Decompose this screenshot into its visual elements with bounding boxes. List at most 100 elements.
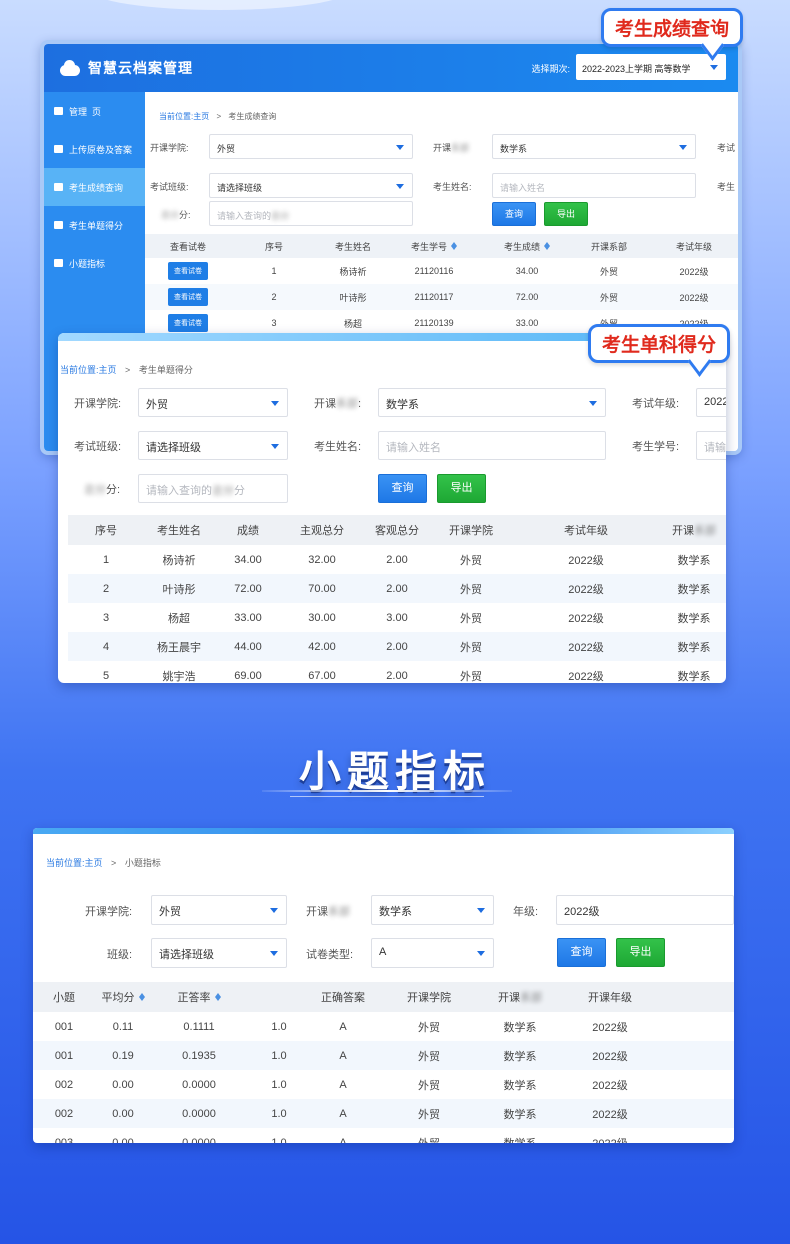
window-top-bar (33, 828, 734, 834)
cell-value: 1.0 (247, 1099, 311, 1128)
class-select[interactable]: 请选择班级 (151, 938, 287, 968)
score-input[interactable]: 请输入查询的总分分 (138, 474, 288, 503)
score-input[interactable]: 请输入查询的总分 (209, 201, 413, 226)
cell-dept: 外贸 (599, 266, 618, 277)
paper-type-select[interactable]: A (371, 938, 494, 968)
sort-icon[interactable] (214, 993, 221, 1001)
cell-objective: 2.00 (386, 553, 408, 566)
cell-value: 1.0 (271, 1078, 287, 1091)
college-label: 开课学院: (85, 906, 133, 918)
score-label: 总分分: (84, 484, 121, 496)
semester-select[interactable]: 2022-2023上学期 高等数学 (576, 54, 726, 80)
name-input[interactable]: 请输入姓名 (492, 173, 696, 198)
export-button[interactable]: 导出 (437, 474, 486, 503)
dept-select[interactable]: 数学系 (492, 134, 696, 159)
table-row: 查看试卷 2 叶诗彤 21120117 72.00 外贸 2022级 (145, 284, 738, 310)
college-select[interactable]: 外贸 (209, 134, 413, 159)
cell-empty (663, 1099, 734, 1128)
sidebar-item-score-query[interactable]: 考生成绩查询 (44, 168, 145, 206)
view-paper-button[interactable]: 查看试卷 (168, 288, 208, 306)
sidebar-item-home[interactable]: 管理 页 (44, 92, 145, 130)
search-button[interactable]: 查询 (557, 938, 606, 967)
cell-dept: 数学系 (503, 1021, 537, 1034)
cell-dept: 数学系 (662, 632, 726, 661)
semester-value: 2022-2023上学期 高等数学 (582, 64, 691, 74)
view-paper-button[interactable]: 查看试卷 (168, 262, 208, 280)
cell-no: 5 (102, 669, 110, 682)
cell-answer: A (311, 1041, 375, 1070)
cell-correct-rate: 0.0000 (151, 1099, 247, 1128)
col-score: 成绩 (214, 515, 282, 545)
export-button[interactable]: 导出 (544, 202, 588, 226)
callout-single-subject: 考生单科得分 (588, 324, 731, 363)
cell-score: 34.00 (234, 553, 262, 566)
search-button[interactable]: 查询 (492, 202, 536, 226)
layers-icon (54, 221, 63, 229)
item-index-window: 当前位置:主页 > 小题指标 开课学院: 外贸 开课系部 数学系 年级: 202… (33, 828, 734, 1143)
class-select[interactable]: 请选择班级 (209, 173, 413, 198)
col-answer: 正确答案 (311, 982, 375, 1012)
grade-select[interactable]: 2022 (696, 388, 726, 417)
cell-college: 外贸 (418, 1021, 440, 1034)
grade-input[interactable]: 2022级 (556, 895, 734, 925)
cell-average: 0.11 (112, 1020, 134, 1033)
sort-icon[interactable] (138, 993, 145, 1001)
table-row: 4 杨王晨宇 44.00 42.00 2.00 外贸 2022级 数学系 (68, 632, 726, 661)
col-correct-rate[interactable]: 正答率 (151, 982, 247, 1012)
breadcrumb-separator: > (216, 112, 222, 121)
cell-name: 杨超 (168, 612, 190, 625)
cell-dept: 数学系 (503, 1079, 537, 1092)
col-average[interactable]: 平均分 (95, 982, 151, 1012)
cell-dept: 数学系 (483, 1128, 557, 1144)
col-score[interactable]: 考生成绩 (479, 234, 575, 258)
cell-name: 杨王晨宇 (144, 632, 214, 661)
cell-no: 3 (102, 611, 110, 624)
name-label: 考生姓名: (314, 441, 362, 453)
breadcrumb-separator: > (125, 365, 131, 375)
name-input[interactable]: 请输入姓名 (378, 431, 606, 460)
paper-type-label: 试卷类型: (306, 949, 354, 961)
college-select[interactable]: 外贸 (138, 388, 288, 417)
sort-icon[interactable] (451, 241, 457, 250)
cloud-icon (54, 183, 63, 191)
table-header-row: 序号 考生姓名 成绩 主观总分 客观总分 开课学院 考试年级 开课系部 (68, 515, 726, 545)
col-dept: 开课系部 (575, 234, 643, 258)
cell-answer: A (339, 1078, 347, 1091)
dept-select[interactable]: 数学系 (378, 388, 606, 417)
class-select[interactable]: 请选择班级 (138, 431, 288, 460)
sidebar-item-label: 上传原卷及答案 (69, 144, 133, 155)
col-id[interactable]: 考生学号 (389, 234, 479, 258)
view-paper-button[interactable]: 查看试卷 (168, 314, 208, 332)
cell-score: 34.00 (515, 266, 539, 276)
class-value: 请选择班级 (159, 949, 214, 961)
breadcrumb-home-link[interactable]: 主页 (193, 112, 209, 121)
breadcrumb-home-link[interactable]: 主页 (99, 365, 117, 375)
col-subjective: 主观总分 (282, 515, 362, 545)
student-id-input[interactable]: 请输 (696, 431, 726, 460)
cell-grade: 2022级 (679, 266, 709, 277)
sidebar-item-item-index[interactable]: 小题指标 (44, 244, 145, 282)
export-button[interactable]: 导出 (616, 938, 665, 967)
cell-grade: 2022级 (592, 1021, 628, 1034)
cell-objective: 2.00 (362, 574, 432, 603)
cell-subjective: 70.00 (282, 574, 362, 603)
col-view: 查看试卷 (145, 234, 231, 258)
col-college: 开课学院 (375, 982, 483, 1012)
cell-dept: 数学系 (662, 574, 726, 603)
search-button[interactable]: 查询 (378, 474, 427, 503)
cell-average: 0.00 (95, 1099, 151, 1128)
sort-icon[interactable] (544, 241, 550, 250)
student-id-label: 考生学号: (632, 441, 680, 453)
sidebar-item-upload[interactable]: 上传原卷及答案 (44, 130, 145, 168)
cell-subjective: 32.00 (308, 553, 336, 566)
cell-dept: 数学系 (483, 1041, 557, 1070)
dept-select[interactable]: 数学系 (371, 895, 494, 925)
home-icon (54, 107, 63, 115)
section-divider (262, 790, 512, 792)
breadcrumb-home-link[interactable]: 主页 (85, 858, 103, 868)
college-value: 外贸 (146, 399, 168, 411)
cell-dept: 外贸 (575, 284, 643, 310)
sidebar-item-question-score[interactable]: 考生单题得分 (44, 206, 145, 244)
table-header-row: 查看试卷 序号 考生姓名 考生学号 考生成绩 开课系部 考试年级 (145, 234, 738, 258)
college-select[interactable]: 外贸 (151, 895, 287, 925)
